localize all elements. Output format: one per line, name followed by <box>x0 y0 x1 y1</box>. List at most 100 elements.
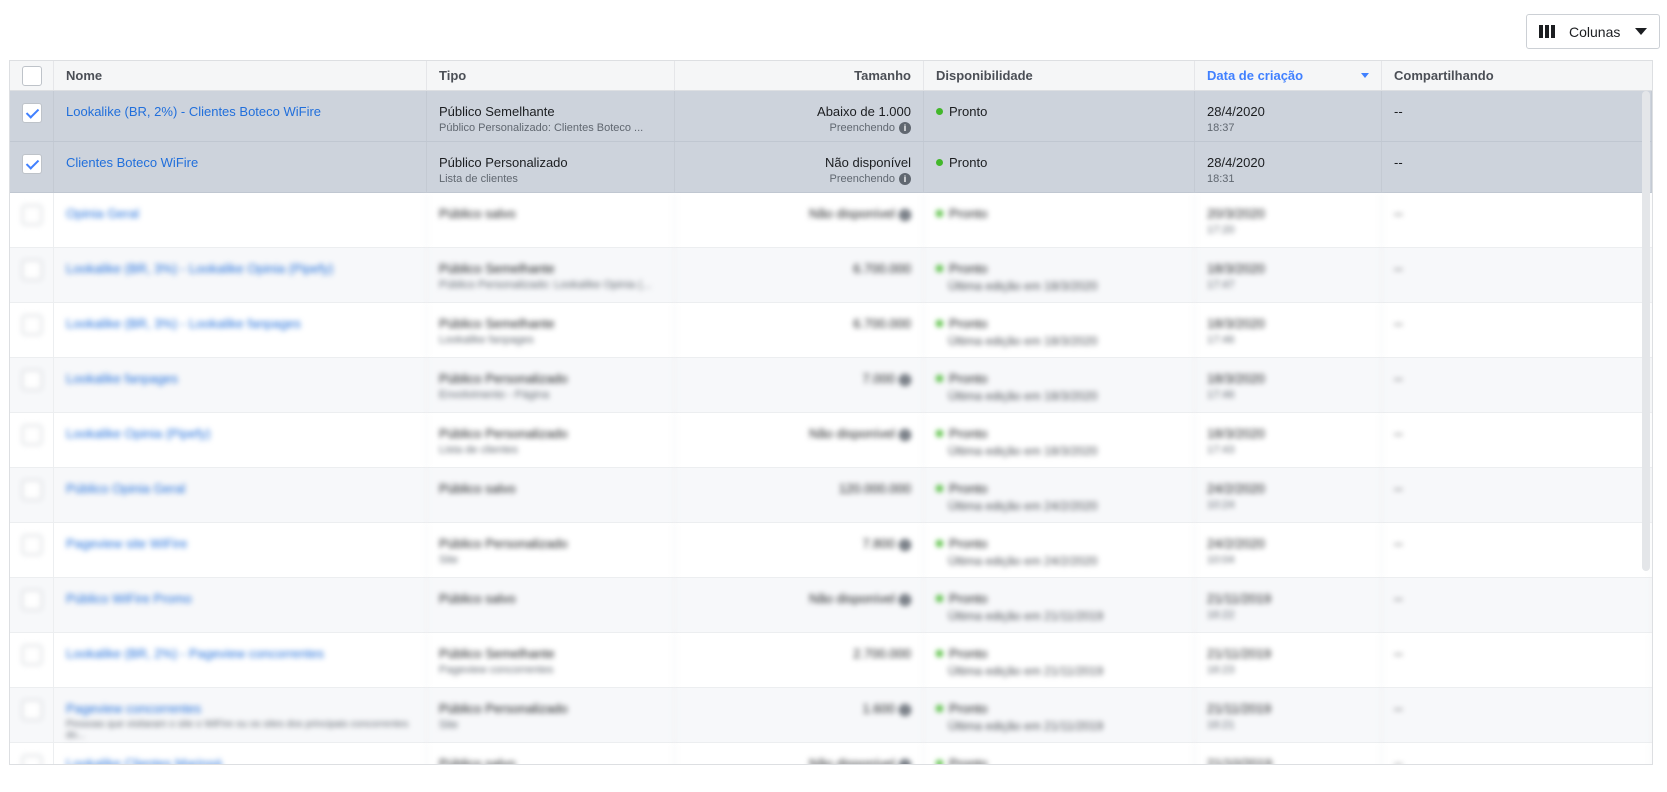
table-row[interactable]: Lookalike (BR, 2%) - Clientes Boteco WiF… <box>10 91 1652 142</box>
row-select[interactable] <box>10 193 54 247</box>
table-row[interactable]: Lookalike Clientes Maringá Público salvo… <box>10 743 1652 765</box>
info-icon[interactable]: i <box>899 703 911 716</box>
header-name[interactable]: Nome <box>54 61 427 90</box>
audience-name-link[interactable]: Clientes Boteco WiFire <box>66 155 414 170</box>
row-checkbox[interactable] <box>21 370 42 390</box>
row-checkbox[interactable] <box>21 425 42 445</box>
audience-source: Público Personalizado: Clientes Boteco .… <box>439 122 644 134</box>
table-row[interactable]: Lookalike (BR, 3%) - Lookalike Opinia (P… <box>10 248 1652 303</box>
row-checkbox[interactable] <box>21 700 42 720</box>
audience-name-link[interactable]: Lookalike (BR, 2%) - Clientes Boteco WiF… <box>66 104 414 119</box>
header-select-all[interactable] <box>10 61 54 90</box>
row-checkbox[interactable] <box>21 103 42 123</box>
size-status: Preenchendo i <box>687 173 911 186</box>
row-select[interactable] <box>10 633 54 687</box>
date-cell: 21/11/2019 16:23 <box>1195 633 1382 687</box>
type-cell: Público Semelhante Pageview concorrentes <box>427 633 675 687</box>
audience-name-link[interactable]: Público Opinia Geral <box>66 481 414 496</box>
row-select[interactable] <box>10 688 54 742</box>
name-cell: Pageview concorrentes Pessoas que visita… <box>54 688 427 742</box>
table-row[interactable]: Opinia Geral Público salvo Não disponíve… <box>10 193 1652 248</box>
size-status: Preenchendo i <box>687 122 911 135</box>
availability-status: Pronto <box>936 261 1182 276</box>
header-created[interactable]: Data de criação <box>1195 61 1382 90</box>
created-date: 21/10/2019 <box>1207 756 1273 765</box>
table-row[interactable]: Lookalike fanpages Público Personalizado… <box>10 358 1652 413</box>
availability-status: Pronto <box>936 316 1182 331</box>
row-checkbox[interactable] <box>21 315 42 335</box>
audience-type: Público salvo <box>439 206 516 221</box>
availability-status: Pronto <box>936 155 1182 170</box>
table-row[interactable]: Lookalike (BR, 2%) - Pageview concorrent… <box>10 633 1652 688</box>
audience-name-link[interactable]: Público WiFire Promo <box>66 591 414 606</box>
row-select[interactable] <box>10 358 54 412</box>
row-checkbox[interactable] <box>21 755 42 764</box>
vertical-scrollbar[interactable] <box>1642 91 1650 571</box>
audience-name-link[interactable]: Lookalike (BR, 3%) - Lookalike fanpages <box>66 316 414 331</box>
info-icon[interactable]: i <box>899 373 911 386</box>
row-checkbox[interactable] <box>21 260 42 280</box>
info-icon[interactable]: i <box>899 758 911 764</box>
audience-name-link[interactable]: Lookalike Opinia (Pipefy) <box>66 426 414 441</box>
info-icon[interactable]: i <box>899 593 911 606</box>
audience-type: Público salvo <box>439 591 516 606</box>
info-icon[interactable]: i <box>899 428 911 441</box>
audience-type: Público Semelhante <box>439 104 555 119</box>
type-cell: Público salvo <box>427 578 675 632</box>
row-checkbox[interactable] <box>21 154 42 174</box>
last-edited: Última edição em 21/11/2019 <box>948 664 1104 678</box>
audience-size-value: 6.700.000 <box>853 316 911 331</box>
audience-name-link[interactable]: Lookalike (BR, 3%) - Lookalike Opinia (P… <box>66 261 414 276</box>
status-dot-icon <box>936 540 943 547</box>
name-cell: Lookalike (BR, 2%) - Clientes Boteco WiF… <box>54 91 427 141</box>
table-row[interactable]: Lookalike Opinia (Pipefy) Público Person… <box>10 413 1652 468</box>
table-row[interactable]: Público Opinia Geral Público salvo 120.0… <box>10 468 1652 523</box>
created-time: 17:20 <box>1207 224 1235 236</box>
columns-button[interactable]: Colunas <box>1526 14 1660 49</box>
table-row[interactable]: Lookalike (BR, 3%) - Lookalike fanpages … <box>10 303 1652 358</box>
table-row[interactable]: Clientes Boteco WiFire Público Personali… <box>10 142 1652 193</box>
header-sharing[interactable]: Compartilhando <box>1382 61 1652 90</box>
info-icon[interactable]: i <box>899 173 911 186</box>
row-select[interactable] <box>10 523 54 577</box>
row-select[interactable] <box>10 91 54 141</box>
info-icon[interactable]: i <box>899 122 911 135</box>
info-icon[interactable]: i <box>899 208 911 221</box>
audience-name-link[interactable]: Lookalike fanpages <box>66 371 414 386</box>
sort-desc-icon <box>1361 73 1369 78</box>
header-type[interactable]: Tipo <box>427 61 675 90</box>
row-checkbox[interactable] <box>21 205 42 225</box>
audience-name-link[interactable]: Opinia Geral <box>66 206 414 221</box>
row-checkbox[interactable] <box>21 535 42 555</box>
row-select[interactable] <box>10 142 54 192</box>
table-row[interactable]: Pageview site WiFire Público Personaliza… <box>10 523 1652 578</box>
info-icon[interactable]: i <box>899 538 911 551</box>
sharing-cell: -- <box>1382 633 1652 687</box>
table-row[interactable]: Público WiFire Promo Público salvo Não d… <box>10 578 1652 633</box>
row-select[interactable] <box>10 303 54 357</box>
audience-name-link[interactable]: Lookalike Clientes Maringá <box>66 756 414 764</box>
audience-source: Lista de clientes <box>439 173 518 185</box>
audience-name-link[interactable]: Pageview site WiFire <box>66 536 414 551</box>
row-select[interactable] <box>10 743 54 764</box>
audience-type: Público Semelhante <box>439 646 555 661</box>
table-row[interactable]: Pageview concorrentes Pessoas que visita… <box>10 688 1652 743</box>
row-select[interactable] <box>10 413 54 467</box>
select-all-checkbox[interactable] <box>21 65 42 86</box>
created-date: 21/11/2019 <box>1207 646 1272 661</box>
row-select[interactable] <box>10 578 54 632</box>
row-checkbox[interactable] <box>21 480 42 500</box>
status-dot-icon <box>936 430 943 437</box>
last-edited: Última edição em 18/3/2020 <box>948 334 1098 348</box>
row-checkbox[interactable] <box>21 645 42 665</box>
status-dot-icon <box>936 320 943 327</box>
audience-name-link[interactable]: Pageview concorrentes <box>66 701 414 716</box>
header-availability[interactable]: Disponibilidade <box>924 61 1195 90</box>
row-select[interactable] <box>10 468 54 522</box>
sharing-cell: -- <box>1382 358 1652 412</box>
row-checkbox[interactable] <box>21 590 42 610</box>
availability-cell: Pronto Última edição em 18/3/2020 <box>924 248 1195 302</box>
row-select[interactable] <box>10 248 54 302</box>
audience-name-link[interactable]: Lookalike (BR, 2%) - Pageview concorrent… <box>66 646 414 661</box>
header-size[interactable]: Tamanho <box>675 61 924 90</box>
